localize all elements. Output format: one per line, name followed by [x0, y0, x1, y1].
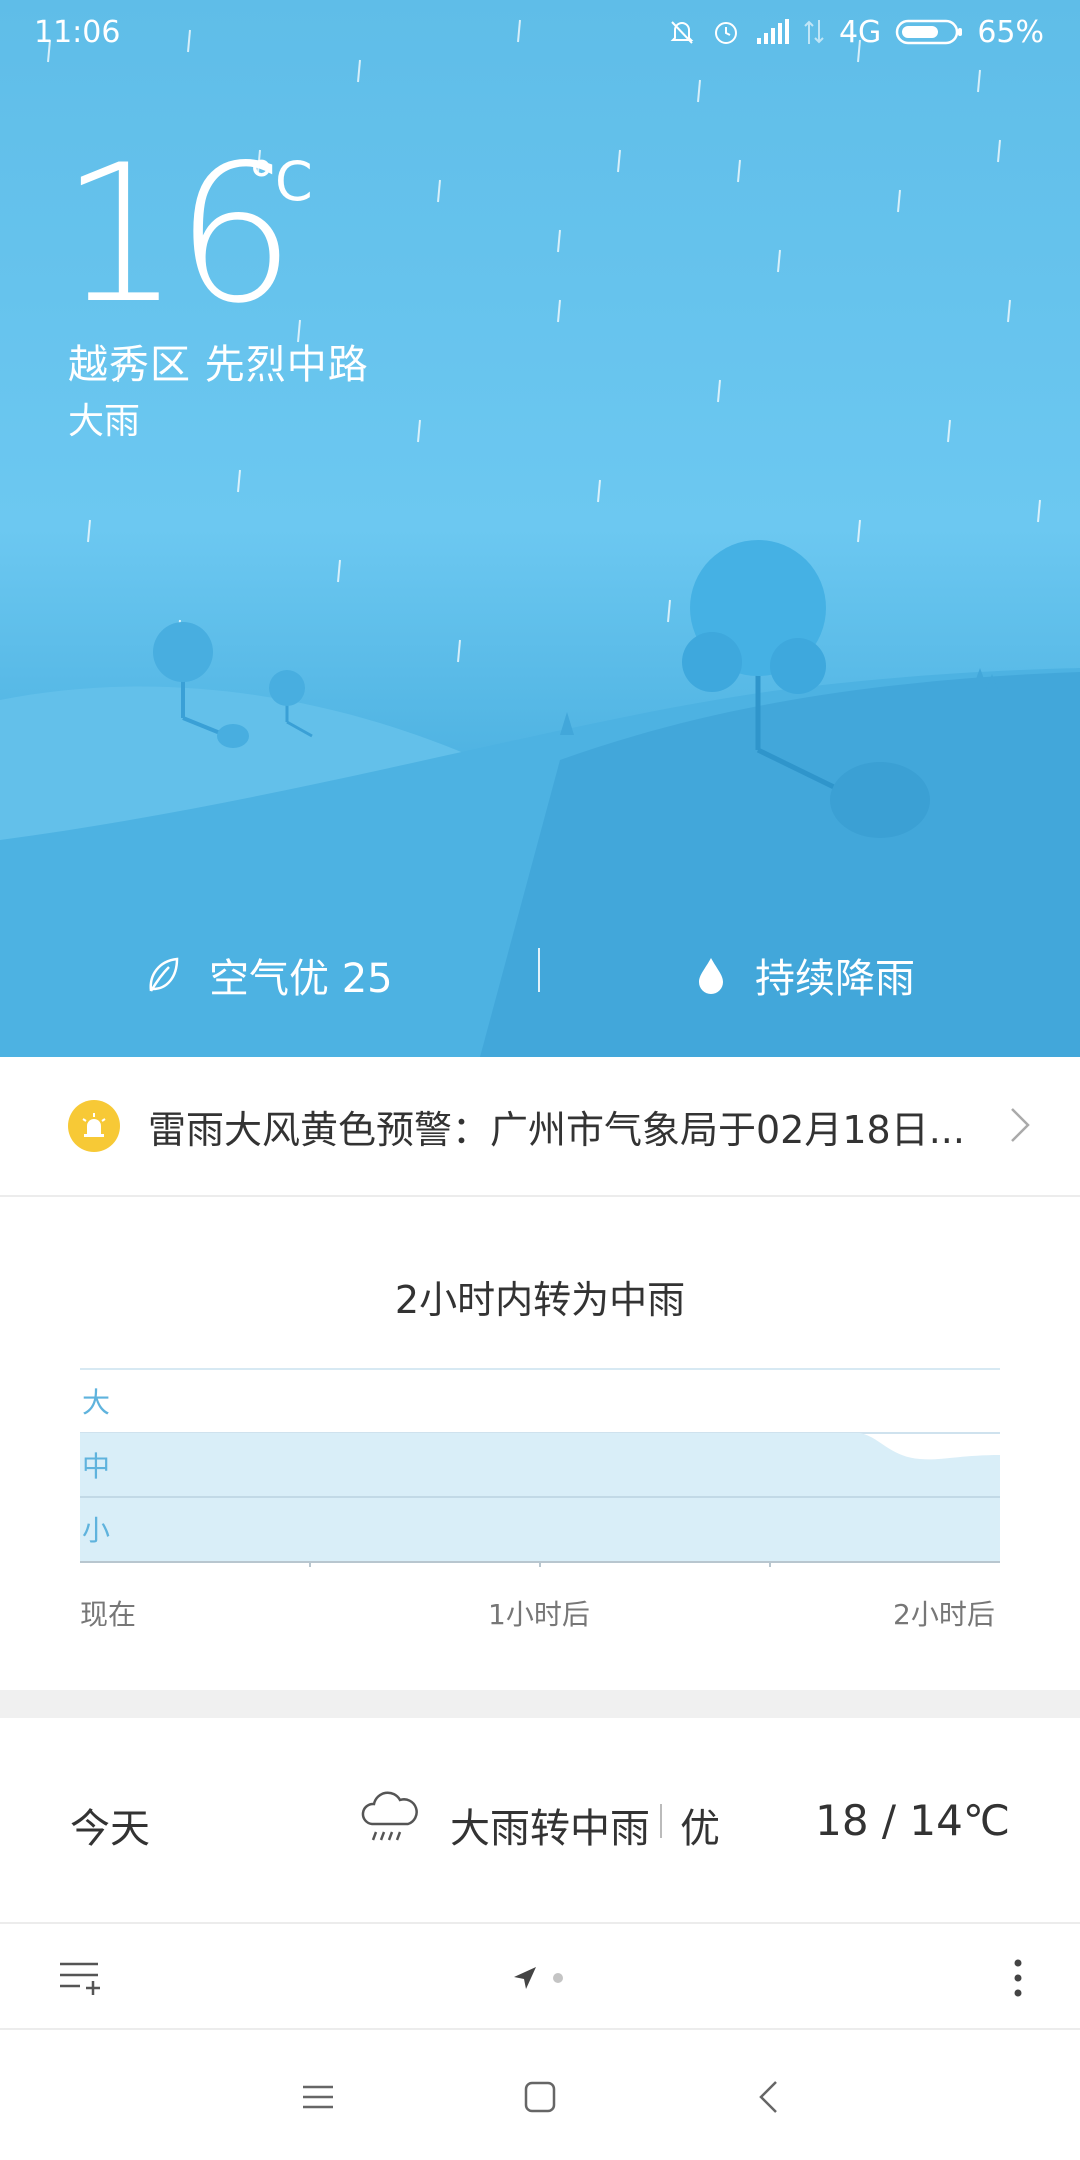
rain-trend-label: 持续降雨	[755, 956, 915, 1002]
back-icon	[759, 2081, 777, 2113]
status-icons: 4G 65%	[667, 15, 1044, 50]
precip-chart: 大 中 小	[80, 1368, 1000, 1567]
page-dot-icon	[553, 1973, 563, 1983]
add-city-button[interactable]	[50, 1952, 110, 2004]
leaf-icon	[149, 957, 179, 992]
y-label-light: 小	[82, 1514, 110, 1547]
signal-icon	[756, 19, 789, 44]
alert-text: 雷雨大风黄色预警：广州市气象局于02月18日...	[148, 1107, 965, 1152]
page-indicator[interactable]	[500, 1956, 580, 2000]
warning-siren-icon	[68, 1100, 120, 1152]
metrics-divider	[538, 948, 540, 992]
weather-alert-row[interactable]: 雷雨大风黄色预警：广州市气象局于02月18日...	[0, 1057, 1080, 1197]
forecast-day: 今天	[70, 1806, 150, 1852]
hero-metrics: 空气优 25 持续降雨	[0, 940, 1080, 1010]
recent-apps-button[interactable]	[278, 2062, 358, 2132]
y-label-moderate: 中	[82, 1450, 110, 1483]
more-vertical-icon	[1014, 1959, 1022, 1997]
data-arrows-icon	[804, 20, 824, 44]
status-time: 11:06	[34, 14, 121, 50]
air-quality-button[interactable]: 空气优 25	[145, 946, 393, 1004]
air-quality-label: 空气优 25	[209, 956, 393, 1002]
network-type: 4G	[838, 14, 882, 50]
precip-title: 2小时内转为中雨	[394, 1278, 686, 1322]
rain-trend-button[interactable]: 持续降雨	[695, 946, 915, 1004]
forecast-separator	[660, 1804, 662, 1838]
home-button[interactable]	[500, 2062, 580, 2132]
status-bar: 11:06 4G 65%	[0, 0, 1080, 64]
add-list-icon	[60, 1962, 100, 1995]
chevron-right-icon	[1011, 1108, 1030, 1142]
alarm-icon	[714, 22, 737, 44]
x-label-1h: 1小时后	[488, 1598, 590, 1631]
location-name[interactable]: 越秀区 先烈中路	[68, 332, 369, 390]
current-condition: 大雨	[68, 401, 141, 442]
forecast-description: 大雨转中雨	[450, 1806, 650, 1852]
y-label-heavy: 大	[82, 1386, 110, 1419]
battery-icon	[895, 18, 963, 46]
system-nav-bar	[0, 2032, 1080, 2160]
menu-icon	[303, 2085, 333, 2109]
water-drop-icon	[699, 958, 723, 994]
more-options-button[interactable]	[996, 1952, 1040, 2004]
forecast-aqi: 优	[680, 1806, 720, 1852]
x-label-2h: 2小时后	[893, 1598, 995, 1631]
battery-percent: 65%	[977, 14, 1044, 50]
forecast-row-today[interactable]: 今天 大雨转中雨 优 18 / 14℃	[0, 1718, 1080, 1924]
temperature-unit: °C	[248, 150, 313, 213]
weather-hero: 11:06 4G 65% 16 °C 越秀区 先烈中路 大雨 空气优 25 持续…	[0, 0, 1080, 1057]
bell-off-icon	[670, 21, 694, 44]
section-divider	[0, 1690, 1080, 1718]
rain-cloud-icon	[361, 1791, 418, 1841]
forecast-temp-range: 18 / 14℃	[815, 1796, 1010, 1845]
precipitation-forecast: 2小时内转为中雨 大 中 小 现在 1小时后 2小时后	[0, 1199, 1080, 1689]
location-arrow-icon	[514, 1967, 536, 1989]
home-square-icon	[524, 2081, 556, 2113]
back-button[interactable]	[728, 2062, 808, 2132]
x-label-now: 现在	[80, 1598, 137, 1631]
bottom-toolbar	[0, 1926, 1080, 2030]
